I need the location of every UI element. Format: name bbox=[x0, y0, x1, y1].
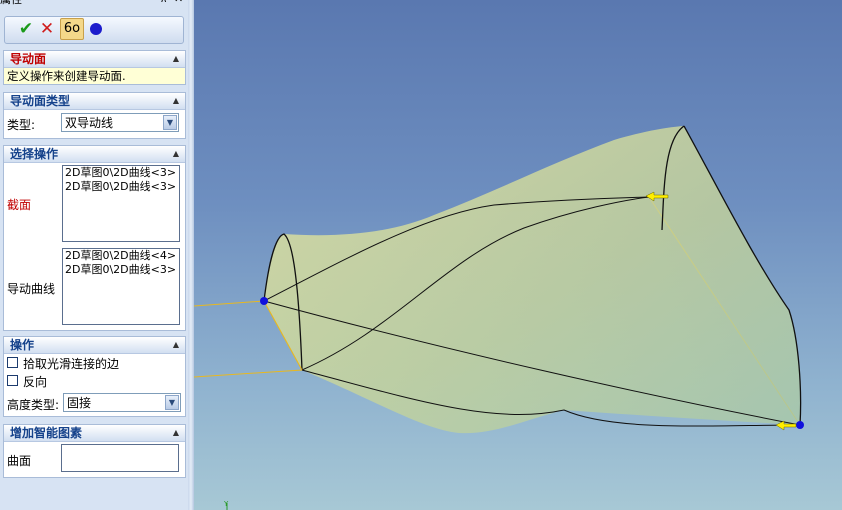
section-operations: 操作 ▲ 拾取光滑连接的边 反向 高度类型: 固接 ▼ bbox=[3, 336, 186, 417]
list-item[interactable]: 2D草图0\2D曲线<3> bbox=[65, 180, 179, 194]
chevron-down-icon[interactable]: ▼ bbox=[165, 395, 179, 410]
close-icon[interactable]: ✕ bbox=[174, 0, 183, 4]
3d-viewport[interactable]: Y bbox=[194, 0, 842, 510]
surface-fill[interactable] bbox=[264, 126, 801, 434]
section-title: 导动面 bbox=[10, 52, 47, 66]
type-dropdown[interactable]: 双导动线 ▼ bbox=[61, 113, 179, 132]
collapse-caret-icon[interactable]: ▲ bbox=[173, 337, 179, 353]
collapse-caret-icon[interactable]: ▲ bbox=[173, 51, 179, 67]
smooth-edges-checkbox[interactable] bbox=[7, 357, 18, 368]
properties-panel: 属性 ⊼ ✕ ✔ ✕ 6o 导动面 ▲ 定义操作来创建导动面. 导动面类型 ▲ … bbox=[0, 0, 189, 510]
smooth-edges-label: 拾取光滑连接的边 bbox=[23, 357, 120, 371]
section-title: 选择操作 bbox=[10, 147, 59, 161]
section-curve-label: 截面 bbox=[7, 198, 32, 212]
section-header[interactable]: 操作 ▲ bbox=[4, 337, 185, 354]
surface-label: 曲面 bbox=[7, 454, 32, 468]
type-dropdown-value: 双导动线 bbox=[65, 116, 114, 130]
height-type-value: 固接 bbox=[67, 396, 92, 410]
section-description: 定义操作来创建导动面. bbox=[4, 68, 185, 84]
section-curve-list[interactable]: 2D草图0\2D曲线<3> 2D草图0\2D曲线<3> bbox=[62, 165, 180, 242]
guide-curve-list[interactable]: 2D草图0\2D曲线<4> 2D草图0\2D曲线<3> bbox=[62, 248, 180, 325]
preview-button[interactable]: 6o bbox=[60, 18, 84, 40]
blue-dot-icon bbox=[90, 23, 102, 35]
collapse-caret-icon[interactable]: ▲ bbox=[173, 146, 179, 162]
reverse-checkbox[interactable] bbox=[7, 375, 18, 386]
height-type-dropdown[interactable]: 固接 ▼ bbox=[63, 393, 181, 412]
control-point[interactable] bbox=[260, 297, 268, 305]
chevron-down-icon[interactable]: ▼ bbox=[163, 115, 177, 130]
axis-y-label: Y bbox=[223, 500, 229, 508]
section-header[interactable]: 导动面 ▲ bbox=[4, 51, 185, 68]
panel-titlebar: 属性 ⊼ ✕ bbox=[0, 0, 188, 8]
control-point[interactable] bbox=[796, 421, 804, 429]
section-title: 操作 bbox=[10, 338, 35, 352]
list-item[interactable]: 2D草图0\2D曲线<3> bbox=[65, 166, 179, 180]
section-title: 导动面类型 bbox=[10, 94, 71, 108]
list-item[interactable]: 2D草图0\2D曲线<3> bbox=[65, 263, 179, 277]
height-type-label: 高度类型: bbox=[7, 398, 60, 412]
list-item[interactable]: 2D草图0\2D曲线<4> bbox=[65, 249, 179, 263]
ok-button[interactable]: ✔ bbox=[16, 19, 36, 39]
panel-toolbar: ✔ ✕ 6o bbox=[4, 16, 184, 44]
guide-curve-label: 导动曲线 bbox=[7, 282, 56, 296]
section-header[interactable]: 增加智能图素 ▲ bbox=[4, 425, 185, 442]
pin-icon[interactable]: ⊼ bbox=[160, 0, 167, 5]
section-guide-surface: 导动面 ▲ 定义操作来创建导动面. bbox=[3, 50, 186, 85]
apply-dot-button[interactable] bbox=[86, 19, 106, 39]
collapse-caret-icon[interactable]: ▲ bbox=[173, 93, 179, 109]
reverse-label: 反向 bbox=[23, 375, 48, 389]
section-header[interactable]: 选择操作 ▲ bbox=[4, 146, 185, 163]
collapse-caret-icon[interactable]: ▲ bbox=[173, 425, 179, 441]
section-guide-type: 导动面类型 ▲ 类型: 双导动线 ▼ bbox=[3, 92, 186, 139]
section-title: 增加智能图素 bbox=[10, 426, 83, 440]
section-header[interactable]: 导动面类型 ▲ bbox=[4, 93, 185, 110]
sweep-surface-model: Y bbox=[194, 125, 804, 510]
section-smart-elements: 增加智能图素 ▲ 曲面 bbox=[3, 424, 186, 478]
surface-input[interactable] bbox=[61, 444, 179, 472]
type-label: 类型: bbox=[7, 118, 36, 132]
section-select-ops: 选择操作 ▲ 截面 2D草图0\2D曲线<3> 2D草图0\2D曲线<3> 导动… bbox=[3, 145, 186, 331]
cancel-button[interactable]: ✕ bbox=[37, 19, 57, 39]
panel-title: 属性 bbox=[0, 0, 22, 5]
